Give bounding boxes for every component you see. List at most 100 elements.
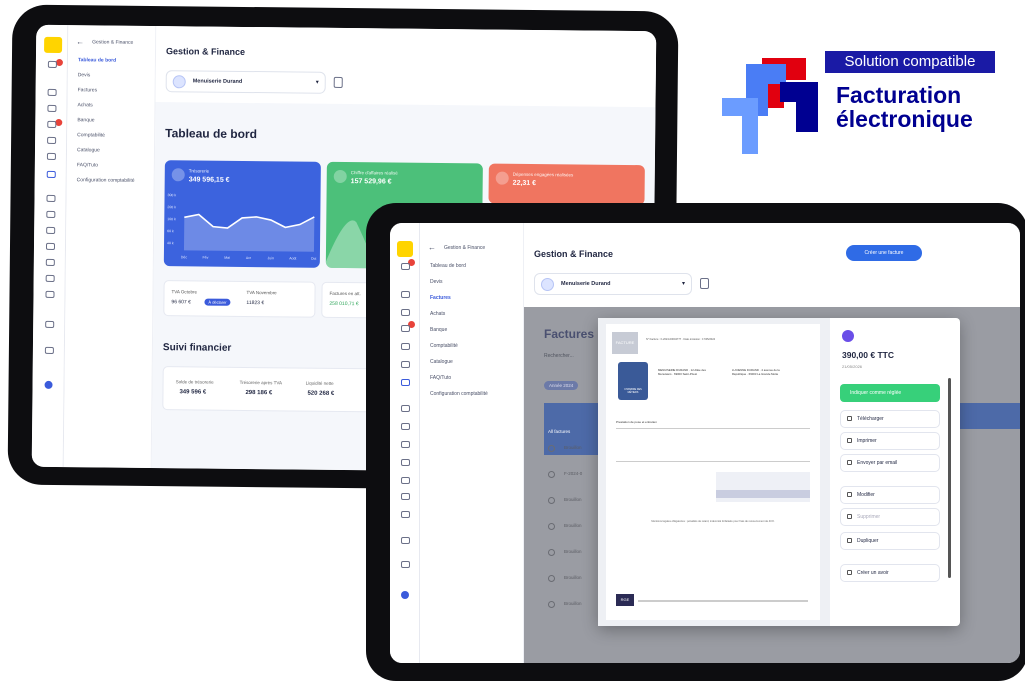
nav-item-factures[interactable]: Factures: [430, 295, 451, 301]
card-depenses[interactable]: Dépenses engagées réalisées 22,31 €: [488, 163, 645, 206]
action-download-button[interactable]: Télécharger: [840, 410, 940, 428]
percent-icon[interactable]: [47, 136, 57, 144]
action-print-button[interactable]: Imprimer: [840, 432, 940, 450]
doc-icon[interactable]: [45, 258, 55, 266]
card-label: Dépenses engagées réalisées: [512, 171, 574, 178]
feed-icon[interactable]: [401, 511, 410, 518]
table-row[interactable]: Brouillon: [564, 497, 582, 502]
chat-icon[interactable]: [401, 361, 410, 368]
nav-item-achats[interactable]: Achats: [430, 311, 445, 317]
table-row[interactable]: Brouillon: [564, 601, 582, 606]
stats-icon[interactable]: [333, 76, 343, 88]
nav-item-catalogue[interactable]: Catalogue: [77, 147, 100, 153]
finance-label: Solde de trésorerie: [175, 379, 214, 385]
pin-icon[interactable]: [401, 325, 410, 332]
grid-icon[interactable]: [401, 291, 410, 298]
row-checkbox[interactable]: [548, 575, 555, 582]
nav-item-configuration[interactable]: Configuration comptabilité: [77, 177, 135, 184]
layers-icon[interactable]: [47, 104, 57, 112]
finance-icon[interactable]: [46, 170, 56, 178]
back-arrow-icon[interactable]: ←: [428, 243, 436, 252]
nav-item-tableau-de-bord[interactable]: Tableau de bord: [430, 263, 466, 269]
print-icon[interactable]: [401, 537, 410, 544]
nav-item-achats[interactable]: Achats: [77, 102, 92, 108]
layers-icon[interactable]: [401, 309, 410, 316]
stat-label: TVA Octobre: [171, 289, 197, 295]
nav-item-comptabilite[interactable]: Comptabilité: [77, 132, 105, 138]
action-label: Créer un avoir: [857, 570, 889, 576]
invoice-page: FACTURE N° Facture : F-2024-00004777 · D…: [606, 324, 820, 620]
globe-icon[interactable]: [401, 423, 410, 430]
action-mail-button[interactable]: Envoyer par email: [840, 454, 940, 472]
chat-icon[interactable]: [46, 152, 56, 160]
row-checkbox[interactable]: [548, 445, 555, 452]
panel-scrollbar[interactable]: [948, 378, 951, 578]
row-checkbox[interactable]: [548, 523, 555, 530]
percent-icon[interactable]: [401, 343, 410, 350]
link-icon[interactable]: [46, 226, 56, 234]
finance-label: Trésorerie après TVA: [239, 379, 283, 386]
globe-icon[interactable]: [46, 210, 56, 218]
table-row[interactable]: F-2024-0: [564, 471, 582, 476]
invoice-side-panel: 390,00 € TTC 21/05/2026 Indiquer comme r…: [830, 318, 960, 626]
nav-item-faq[interactable]: FAQ/Tuto: [77, 162, 98, 168]
action-trash-button[interactable]: Supprimer: [840, 508, 940, 526]
store-icon[interactable]: [45, 274, 55, 282]
create-invoice-button[interactable]: Créer une facture: [846, 245, 922, 261]
finance-icon[interactable]: [401, 379, 410, 386]
table-row[interactable]: Brouillon: [564, 523, 582, 528]
row-checkbox[interactable]: [548, 549, 555, 556]
table-row[interactable]: Brouillon: [564, 575, 582, 580]
notification-dot: [55, 118, 63, 127]
app-logo-icon: [397, 241, 413, 257]
bell-icon[interactable]: [47, 60, 57, 68]
nav-item-factures[interactable]: Factures: [78, 87, 98, 93]
table-row[interactable]: Brouillon: [564, 549, 582, 554]
row-checkbox[interactable]: [548, 497, 555, 504]
doc-icon[interactable]: [401, 477, 410, 484]
nav-item-comptabilite[interactable]: Comptabilité: [430, 343, 458, 349]
nav-item-tableau-de-bord[interactable]: Tableau de bord: [78, 57, 116, 63]
back-arrow-icon[interactable]: ←: [76, 37, 84, 46]
tresorerie-chart: 300 k 200 k 100 k 60 k 40 k Déc Fév Mai Avr Juin A…: [167, 193, 316, 261]
company-select[interactable]: Menuiserie Durand ▾: [165, 70, 326, 94]
action-undo-button[interactable]: Créer un avoir: [840, 564, 940, 582]
row-checkbox[interactable]: [548, 601, 555, 608]
search-input[interactable]: Rechercher...: [544, 353, 574, 359]
box-icon[interactable]: [401, 405, 410, 412]
calendar-icon[interactable]: [401, 459, 410, 466]
company-select[interactable]: Menuiserie Durand ▾: [534, 273, 692, 295]
nav-item-configuration[interactable]: Configuration comptabilité: [430, 391, 488, 397]
feed-icon[interactable]: [45, 290, 55, 298]
bell-icon[interactable]: [401, 263, 410, 270]
nav-item-banque[interactable]: Banque: [430, 327, 447, 333]
gear-icon[interactable]: [44, 346, 54, 354]
page-title: Tableau de bord: [165, 126, 258, 142]
link-icon[interactable]: [401, 441, 410, 448]
nav-item-devis[interactable]: Devis: [430, 279, 443, 285]
nav-item-faq[interactable]: FAQ/Tuto: [430, 375, 451, 381]
card-label: Chiffre d'affaires réalisé: [350, 170, 398, 176]
filter-chip[interactable]: Année 2024: [544, 381, 579, 390]
row-checkbox[interactable]: [548, 471, 555, 478]
box-icon[interactable]: [46, 194, 56, 202]
table-row[interactable]: Brouillon: [564, 445, 582, 450]
card-tresorerie[interactable]: Trésorerie 349 596,15 € 300 k 200 k 100 k 6…: [163, 160, 321, 268]
nav-item-devis[interactable]: Devis: [78, 72, 91, 78]
table-filter-all[interactable]: All factures: [548, 429, 570, 434]
action-copy-button[interactable]: Dupliquer: [840, 532, 940, 550]
pin-icon[interactable]: [47, 120, 57, 128]
store-icon[interactable]: [401, 493, 410, 500]
help-icon[interactable]: [401, 591, 409, 599]
mark-paid-button[interactable]: Indiquer comme réglée: [840, 384, 940, 402]
gear-icon[interactable]: [401, 561, 410, 568]
print-icon[interactable]: [45, 320, 55, 328]
nav-item-banque[interactable]: Banque: [77, 117, 94, 123]
help-icon[interactable]: [44, 380, 53, 389]
stats-icon[interactable]: [700, 278, 709, 289]
grid-icon[interactable]: [47, 88, 57, 96]
action-pen-button[interactable]: Modifier: [840, 486, 940, 504]
nav-item-catalogue[interactable]: Catalogue: [430, 359, 453, 365]
status-badge[interactable]: À déclarer: [204, 298, 231, 306]
calendar-icon[interactable]: [45, 242, 56, 250]
